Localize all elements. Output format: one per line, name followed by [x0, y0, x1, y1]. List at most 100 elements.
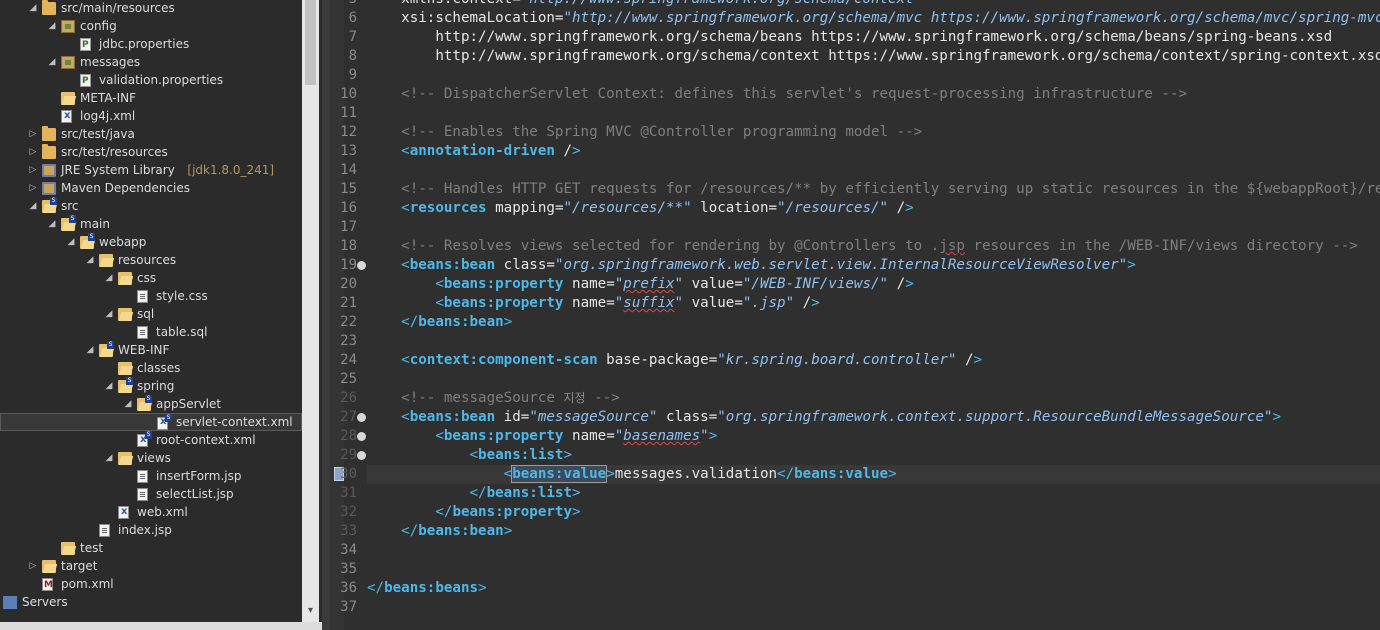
line-number: 24 [340, 352, 357, 368]
code-line[interactable]: <beans:property name="prefix" value="/WE… [367, 275, 913, 294]
tree-item[interactable]: ◢ messages [0, 53, 302, 71]
code-line[interactable]: <!-- messageSource 지정 --> [367, 389, 620, 408]
expand-arrow-icon[interactable]: ▷ [27, 161, 39, 179]
code-line[interactable]: <beans:value>messages.validation</beans:… [367, 465, 897, 484]
tree-item[interactable]: ◢ src/main/resources [0, 0, 302, 17]
line-number: 29 [340, 447, 357, 463]
tree-item[interactable]: ▷ src/test/java [0, 125, 302, 143]
tree-item[interactable]: Sroot-context.xml [0, 431, 302, 449]
folder-icon [61, 539, 77, 557]
code-line[interactable]: <beans:property name="suffix" value=".js… [367, 294, 819, 313]
tree-item[interactable]: ◢ views [0, 449, 302, 467]
tree-item-label: jdbc.properties [99, 37, 190, 51]
expand-arrow-icon[interactable]: ▷ [27, 557, 39, 575]
code-line[interactable]: <context:component-scan base-package="kr… [367, 351, 982, 370]
code-line[interactable]: </beans:beans> [367, 579, 487, 598]
code-line[interactable]: <!-- Resolves views selected for renderi… [367, 237, 1358, 256]
tree-item[interactable]: style.css [0, 287, 302, 305]
code-line[interactable]: xsi:schemaLocation="http://www.springfra… [367, 9, 1380, 28]
code-line[interactable]: </beans:list> [367, 484, 581, 503]
collapse-arrow-icon[interactable]: ◢ [103, 449, 115, 467]
code-line[interactable]: </beans:property> [367, 503, 580, 522]
tree-item[interactable]: ▷ JRE System Library [jdk1.8.0_241] [0, 161, 302, 179]
code-line[interactable]: </beans:bean> [367, 522, 512, 541]
library-icon [42, 161, 58, 179]
code-line[interactable]: <beans:bean class="org.springframework.w… [367, 256, 1136, 275]
code-line[interactable]: <beans:property name="basenames"> [367, 427, 717, 446]
tree-item[interactable]: index.jsp [0, 521, 302, 539]
code-line[interactable]: <!-- Handles HTTP GET requests for /reso… [367, 180, 1380, 199]
collapse-arrow-icon[interactable]: ◢ [103, 305, 115, 323]
code-line[interactable]: <annotation-driven /> [367, 142, 580, 161]
collapse-arrow-icon[interactable]: ◢ [46, 17, 58, 35]
tree-item[interactable]: selectList.jsp [0, 485, 302, 503]
tree-item[interactable]: ◢ sql [0, 305, 302, 323]
tree-item[interactable]: jdbc.properties [0, 35, 302, 54]
tree-horizontal-scrollbar[interactable] [0, 622, 322, 630]
tree-item[interactable]: log4j.xml [0, 107, 302, 125]
tree-item[interactable]: ◢ config [0, 17, 302, 35]
tree-item[interactable]: ◢ Smain [0, 215, 302, 233]
tree-item[interactable]: ▷ target [0, 557, 302, 575]
code-area[interactable]: xmlns:context="http://www.springframewor… [367, 0, 1380, 630]
xml-editor[interactable]: 56 7 8 9 10 11 12 13 14 15 16 17 18 19 20 21 22 23 24 25 26 2… [330, 0, 1380, 630]
tree-item[interactable]: Sservlet-context.xml [0, 413, 302, 431]
scroll-down-arrow-icon[interactable]: ▾ [302, 602, 319, 620]
tree-item[interactable]: ◢ SappServlet [0, 395, 302, 413]
code-line[interactable]: <beans:list> [367, 446, 573, 465]
tree-item[interactable]: ◢ Sspring [0, 377, 302, 395]
expand-arrow-icon[interactable]: ▷ [27, 179, 39, 197]
tree-item[interactable]: pom.xml [0, 575, 302, 594]
code-line[interactable]: <!-- DispatcherServlet Context: defines … [367, 85, 1187, 104]
expand-arrow-icon[interactable]: ▷ [27, 125, 39, 143]
package-explorer-tree[interactable]: ◢src/main/resources◢config jdbc.propertie… [0, 0, 322, 630]
tree-item[interactable]: ▷ Maven Dependencies [0, 179, 302, 197]
tree-item[interactable]: ▷ src/test/resources [0, 143, 302, 161]
code-line[interactable]: </beans:bean> [367, 313, 512, 332]
collapse-arrow-icon[interactable]: ◢ [27, 197, 39, 215]
line-number: 13 [340, 143, 357, 159]
collapse-arrow-icon[interactable]: ◢ [84, 251, 96, 269]
collapse-arrow-icon[interactable]: ◢ [65, 233, 77, 251]
collapse-arrow-icon[interactable]: ◢ [46, 215, 58, 233]
code-line[interactable]: <resources mapping="/resources/**" locat… [367, 199, 914, 218]
tree-item[interactable]: ◢ Ssrc [0, 197, 302, 215]
tree-item[interactable]: table.sql [0, 323, 302, 341]
tree-item-label: resources [118, 253, 177, 267]
fold-toggle-icon[interactable] [357, 451, 366, 460]
tree-item-label: table.sql [156, 325, 208, 339]
collapse-arrow-icon[interactable]: ◢ [103, 377, 115, 395]
tree-item[interactable]: ◢ Swebapp [0, 233, 302, 251]
collapse-arrow-icon[interactable]: ◢ [122, 395, 134, 413]
fold-toggle-icon[interactable] [357, 432, 366, 441]
tree-item[interactable]: validation.properties [0, 71, 302, 90]
collapse-arrow-icon[interactable]: ◢ [27, 0, 39, 17]
text-file-icon [99, 521, 115, 539]
panel-splitter[interactable] [322, 0, 330, 630]
tree-item[interactable]: classes [0, 359, 302, 377]
code-line[interactable]: <!-- Enables the Spring MVC @Controller … [367, 123, 922, 142]
collapse-arrow-icon[interactable]: ◢ [84, 341, 96, 359]
tree-item[interactable]: ◢ S WEB-INF [0, 341, 302, 359]
tree-item[interactable]: ▷Servers [0, 593, 302, 611]
xml-file-icon [61, 107, 77, 125]
tree-item[interactable]: ◢ css [0, 269, 302, 287]
tree-item[interactable]: ◢ resources [0, 251, 302, 269]
tree-item-label: main [80, 217, 110, 231]
tree-item[interactable]: META-INF [0, 89, 302, 107]
line-number: 14 [340, 162, 357, 178]
code-line[interactable]: <beans:bean id="messageSource" class="or… [367, 408, 1281, 427]
code-line[interactable]: http://www.springframework.org/schema/co… [367, 47, 1380, 66]
code-line[interactable]: http://www.springframework.org/schema/be… [367, 28, 1332, 47]
tree-item[interactable]: insertForm.jsp [0, 467, 302, 485]
tree-vertical-scrollbar[interactable] [302, 0, 319, 622]
expand-arrow-icon[interactable]: ▷ [27, 143, 39, 161]
tree-item[interactable]: test [0, 539, 302, 557]
collapse-arrow-icon[interactable]: ◢ [103, 269, 115, 287]
code-line[interactable]: xmlns:context="http://www.springframewor… [367, 0, 922, 9]
tree-item[interactable]: web.xml [0, 503, 302, 521]
collapse-arrow-icon[interactable]: ◢ [46, 53, 58, 71]
tree-scroll-thumb[interactable] [305, 0, 316, 85]
fold-toggle-icon[interactable] [357, 413, 366, 422]
fold-toggle-icon[interactable] [357, 261, 366, 270]
